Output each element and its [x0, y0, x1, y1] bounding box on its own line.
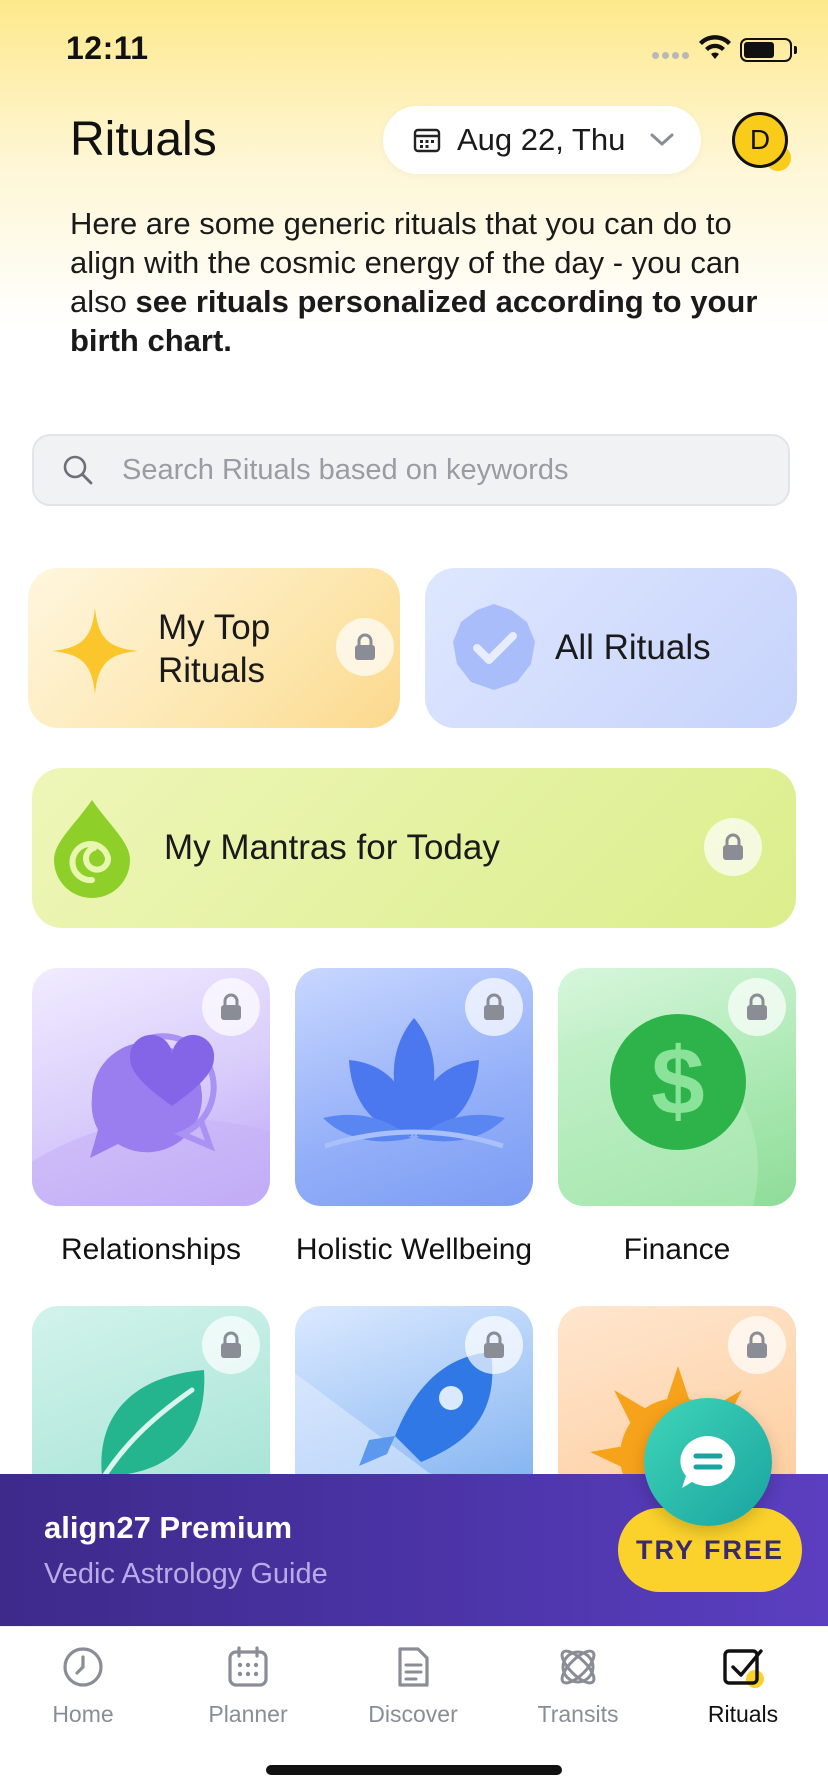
- my-top-rituals-label: My Top Rituals: [158, 608, 271, 690]
- search-bar[interactable]: Search Rituals based on keywords: [32, 434, 790, 506]
- tab-rituals-label: Rituals: [707, 1701, 779, 1727]
- relationships-tile[interactable]: [32, 968, 270, 1206]
- chevron-down-icon: [650, 133, 674, 146]
- my-mantras-card[interactable]: My Mantras for Today: [32, 768, 796, 928]
- finance-label: Finance: [623, 1233, 731, 1266]
- lock-icon: [704, 818, 762, 876]
- my-mantras-label: My Mantras for Today: [164, 828, 500, 867]
- chat-button[interactable]: [644, 1398, 772, 1526]
- status-bar: 12:11: [0, 0, 828, 100]
- clock-icon: [63, 1647, 103, 1687]
- chat-icon: [680, 1436, 736, 1488]
- lock-icon: [336, 618, 394, 676]
- relationships-label: Relationships: [60, 1233, 242, 1266]
- holistic-wellbeing-label: Holistic Wellbeing: [295, 1233, 533, 1266]
- all-rituals-label: All Rituals: [555, 628, 711, 667]
- tab-planner[interactable]: Planner: [173, 1639, 323, 1749]
- lock-icon: [728, 978, 786, 1036]
- tab-bar: Home Planner Discover Transits Rituals: [0, 1626, 828, 1792]
- document-icon: [398, 1647, 429, 1687]
- tab-home[interactable]: Home: [8, 1639, 158, 1749]
- tab-discover[interactable]: Discover: [338, 1639, 488, 1749]
- tab-discover-label: Discover: [368, 1701, 458, 1727]
- page-title: Rituals: [70, 113, 217, 166]
- calendar-icon: [413, 128, 441, 153]
- lock-icon: [465, 1316, 523, 1374]
- tab-planner-label: Planner: [208, 1701, 288, 1727]
- premium-subtitle: Vedic Astrology Guide: [44, 1558, 328, 1590]
- tab-transits[interactable]: Transits: [503, 1639, 653, 1749]
- holistic-wellbeing-tile[interactable]: [295, 968, 533, 1206]
- home-indicator: [266, 1765, 562, 1775]
- atom-icon: [560, 1649, 596, 1685]
- badge-check-icon: [453, 604, 535, 690]
- sparkle-icon: [52, 608, 138, 694]
- lock-icon: [202, 1316, 260, 1374]
- all-rituals-card[interactable]: All Rituals: [425, 568, 797, 728]
- checkbox-icon: [723, 1649, 764, 1688]
- status-time: 12:11: [66, 30, 149, 66]
- search-icon: [63, 455, 93, 485]
- lock-icon: [728, 1316, 786, 1374]
- date-label: Aug 22, Thu: [457, 122, 626, 157]
- search-input[interactable]: Search Rituals based on keywords: [122, 454, 569, 487]
- personalized-link[interactable]: see rituals personalized according to yo…: [70, 284, 757, 358]
- intro-text: Here are some generic rituals that you c…: [70, 204, 770, 360]
- lock-icon: [465, 978, 523, 1036]
- finance-tile[interactable]: $: [558, 968, 796, 1206]
- spiral-drop-icon: [54, 800, 130, 898]
- calendar-icon: [228, 1646, 268, 1687]
- date-picker[interactable]: Aug 22, Thu: [383, 106, 701, 174]
- tab-home-label: Home: [52, 1701, 114, 1727]
- avatar[interactable]: D: [732, 112, 791, 171]
- signal-icon: [652, 52, 690, 60]
- tab-transits-label: Transits: [537, 1701, 619, 1727]
- battery-icon: [740, 38, 797, 62]
- tab-rituals[interactable]: Rituals: [668, 1639, 818, 1749]
- premium-title: align27 Premium: [44, 1510, 293, 1545]
- wifi-icon: [699, 35, 731, 59]
- my-top-rituals-card[interactable]: My Top Rituals: [28, 568, 400, 728]
- svg-text:$: $: [651, 1028, 704, 1135]
- lock-icon: [202, 978, 260, 1036]
